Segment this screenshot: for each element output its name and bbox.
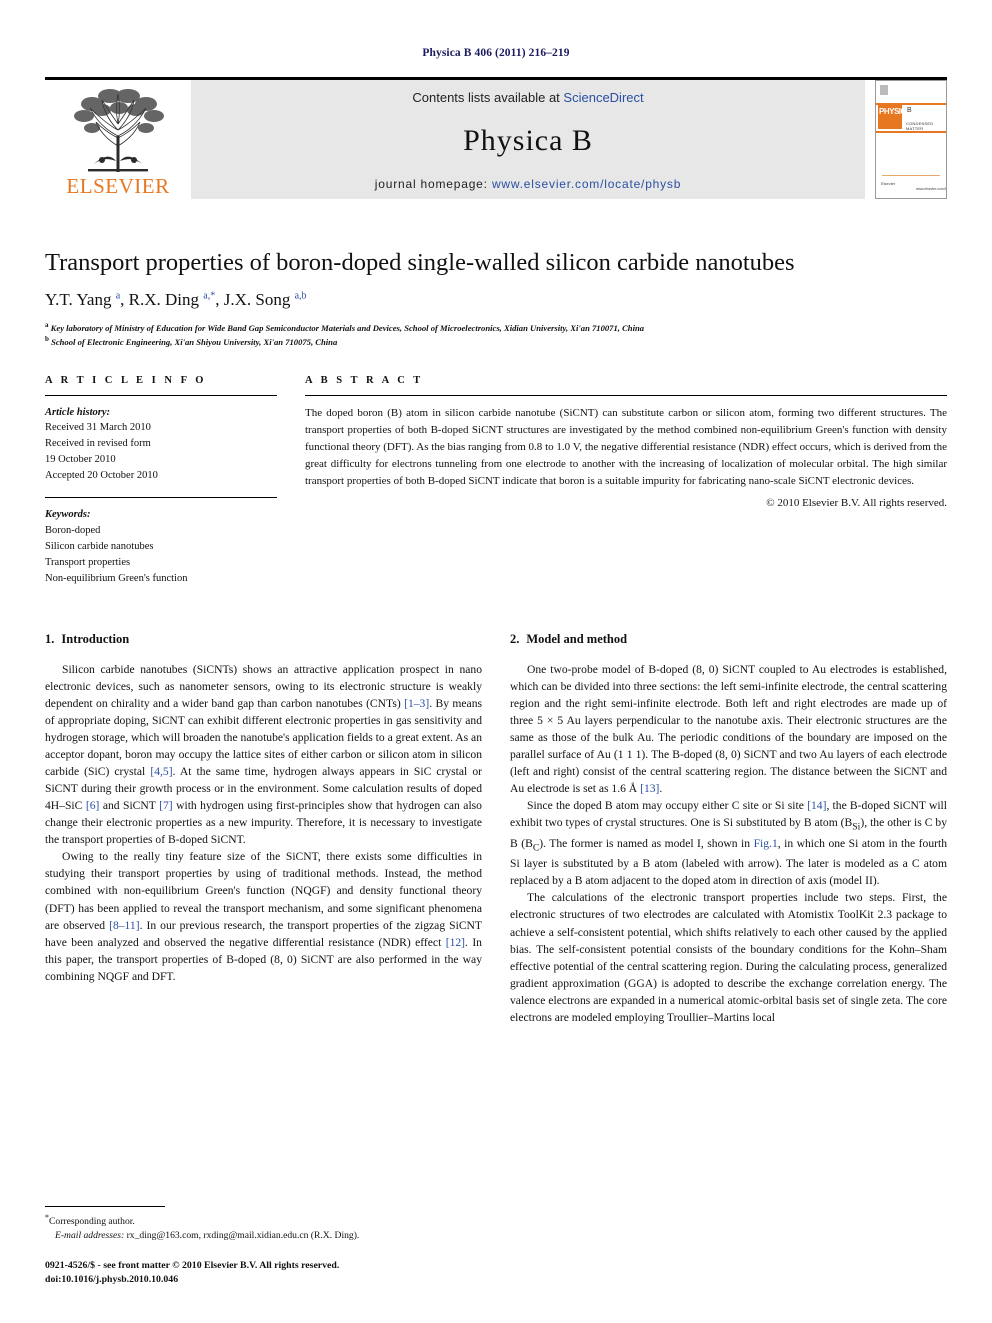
elsevier-logo: ELSEVIER xyxy=(45,80,191,199)
cover-subtitle: CONDENSED MATTER xyxy=(906,121,934,131)
email-label: E-mail addresses: xyxy=(55,1229,125,1241)
running-head: Physica B 406 (2011) 216–219 xyxy=(422,47,570,59)
cover-footer-note: www.elsevier.com/locate/physb xyxy=(916,187,946,191)
elsevier-tree-icon xyxy=(74,89,164,172)
history-item: Received 31 March 2010 xyxy=(45,422,151,434)
intro-paragraph-1: Silicon carbide nanotubes (SiCNTs) shows… xyxy=(45,663,483,847)
journal-title: Physica B xyxy=(463,124,593,157)
keywords-label: Keywords: xyxy=(45,509,91,521)
abstract-column: A B S T R A C T The doped boron (B) atom… xyxy=(305,375,947,588)
footnote-area: *Corresponding author. E-mail addresses:… xyxy=(45,1205,485,1287)
history-item: Accepted 20 October 2010 xyxy=(45,470,158,482)
keyword-item: Boron-doped xyxy=(45,525,101,537)
keywords-rule xyxy=(45,497,277,499)
keywords-block: Keywords: Boron-doped Silicon carbide na… xyxy=(45,507,277,587)
model-paragraph-1: One two-probe model of B-doped (8, 0) Si… xyxy=(510,663,947,796)
journal-homepage-line: journal homepage: www.elsevier.com/locat… xyxy=(375,177,681,191)
abstract-heading: A B S T R A C T xyxy=(305,374,424,386)
section-heading-model: 2. Model and method xyxy=(510,632,947,647)
contents-available-line: Contents lists available at ScienceDirec… xyxy=(412,90,643,105)
history-item: 19 October 2010 xyxy=(45,454,116,466)
model-paragraph-2: Since the doped B atom may occupy either… xyxy=(510,799,948,888)
email-addresses[interactable]: rx_ding@163.com, rxding@mail.xidian.edu.… xyxy=(127,1230,360,1241)
section-title: Introduction xyxy=(61,632,130,647)
journal-homepage-url[interactable]: www.elsevier.com/locate/physb xyxy=(492,177,681,191)
affiliation-a: a Key laboratory of Ministry of Educatio… xyxy=(45,320,645,333)
title-block: Transport properties of boron-doped sing… xyxy=(45,249,947,349)
affiliation-b-text: School of Electronic Engineering, Xi'an … xyxy=(51,337,338,348)
issn-line: 0921-4526/$ - see front matter © 2010 El… xyxy=(45,1259,340,1271)
history-item: Received in revised form xyxy=(45,438,151,450)
doi-line[interactable]: doi:10.1016/j.physb.2010.10.046 xyxy=(45,1273,485,1287)
cover-footer-left: Elsevier xyxy=(881,181,896,186)
homepage-prefix: journal homepage: xyxy=(374,177,488,191)
journal-band: Contents lists available at ScienceDirec… xyxy=(191,80,865,199)
article-history-label: Article history: xyxy=(45,406,111,418)
paper-title: Transport properties of boron-doped sing… xyxy=(45,249,795,276)
keyword-item: Non-equilibrium Green's function xyxy=(45,573,188,585)
body-column-right: 2. Model and method One two-probe model o… xyxy=(510,632,947,1026)
cover-rule-footer xyxy=(882,175,940,176)
intro-paragraph-2: Owing to the really tiny feature size of… xyxy=(45,850,483,983)
section-heading-introduction: 1. Introduction xyxy=(45,632,482,647)
article-history: Article history: Received 31 March 2010 … xyxy=(45,405,277,485)
body-columns: 1. Introduction Silicon carbide nanotubes… xyxy=(45,632,947,1026)
corresponding-author-note: *Corresponding author. xyxy=(45,1212,485,1229)
model-paragraph-3: The calculations of the electronic trans… xyxy=(510,891,947,1024)
affiliation-a-text: Key laboratory of Ministry of Education … xyxy=(50,322,645,333)
keyword-item: Transport properties xyxy=(45,557,131,569)
cover-top-mark xyxy=(880,85,888,95)
info-abstract-row: A R T I C L E I N F O Article history: R… xyxy=(45,375,947,588)
abstract-text: The doped boron (B) atom in silicon carb… xyxy=(305,406,947,487)
abstract-rule xyxy=(305,394,947,396)
author-list: Y.T. Yang a, R.X. Ding a,*, J.X. Song a,… xyxy=(45,289,307,309)
article-info-rule xyxy=(45,394,277,396)
keyword-item: Silicon carbide nanotubes xyxy=(45,541,154,553)
cover-volume-mark: B xyxy=(907,107,912,114)
abstract-copyright: © 2010 Elsevier B.V. All rights reserved… xyxy=(766,496,947,509)
contents-prefix: Contents lists available at xyxy=(412,90,560,105)
footnote-rule xyxy=(45,1205,165,1207)
email-note: E-mail addresses: rx_ding@163.com, rxdin… xyxy=(45,1229,485,1243)
journal-masthead: ELSEVIER Contents lists available at Sci… xyxy=(45,77,947,199)
issn-block: 0921-4526/$ - see front matter © 2010 El… xyxy=(45,1259,485,1287)
article-info-heading: A R T I C L E I N F O xyxy=(45,374,207,386)
affiliation-b: b School of Electronic Engineering, Xi'a… xyxy=(45,335,338,348)
section-number: 1. xyxy=(45,632,55,647)
cover-rule-bottom xyxy=(876,131,946,133)
journal-cover-thumbnail: PHYSICA B CONDENSED MATTER Elsevier www.… xyxy=(875,80,947,199)
elsevier-wordmark: ELSEVIER xyxy=(66,174,170,198)
body-column-left: 1. Introduction Silicon carbide nanotubes… xyxy=(45,632,482,1026)
corresponding-author-text: Corresponding author. xyxy=(49,1215,135,1227)
journal-article-page: Physica B 406 (2011) 216–219 ELSEVIER Co… xyxy=(0,0,992,1323)
section-title: Model and method xyxy=(526,632,628,647)
article-info-column: A R T I C L E I N F O Article history: R… xyxy=(45,375,277,588)
affiliations: a Key laboratory of Ministry of Educatio… xyxy=(45,320,947,349)
sciencedirect-link[interactable]: ScienceDirect xyxy=(563,90,643,105)
section-number: 2. xyxy=(510,632,520,647)
